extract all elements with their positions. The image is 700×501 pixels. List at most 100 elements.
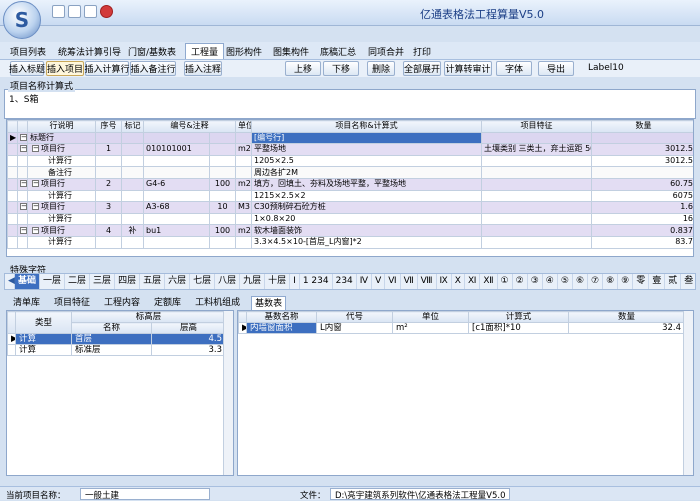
row-name[interactable]: 软木墙面装饰	[251, 224, 482, 237]
toolbar-button[interactable]: 导出	[538, 61, 574, 76]
row-indicator[interactable]	[7, 166, 18, 179]
special-char-button[interactable]: 零	[633, 274, 650, 289]
floor-name[interactable]: 标准层	[71, 344, 152, 356]
row-name[interactable]: 1205×2.5	[251, 154, 482, 168]
expand-toggle-icon[interactable]: −	[32, 145, 39, 153]
expand-toggle-icon[interactable]: −	[20, 226, 27, 234]
grid-row[interactable]: 计算行 1×0.8×20 16	[7, 212, 693, 226]
special-char-button[interactable]: 六层	[165, 274, 191, 289]
bottom-tab[interactable]: 定额库	[151, 296, 184, 310]
menu-item[interactable]: 统筹法计算引导	[58, 45, 121, 58]
row-indicator[interactable]	[7, 189, 18, 203]
row-indicator[interactable]: ▶	[7, 131, 18, 145]
expand-toggle-icon[interactable]: −	[32, 203, 39, 211]
special-char-button[interactable]: 贰	[665, 274, 682, 289]
toolbar-button[interactable]: 插入备注行	[130, 61, 176, 76]
row-feature[interactable]	[481, 166, 592, 179]
arrow-left-icon[interactable]: ◀	[5, 274, 15, 289]
app-logo-icon[interactable]: S	[3, 1, 41, 39]
row-code[interactable]: A3-68	[143, 201, 210, 214]
toolbar-button[interactable]: 下移	[323, 61, 359, 76]
grid-row[interactable]: 计算行 3.3×4.5×10-[首层_L内窗]*2 83.7	[7, 235, 693, 249]
vertical-scrollbar[interactable]	[223, 311, 233, 475]
special-char-button[interactable]: 二层	[65, 274, 91, 289]
special-char-button[interactable]: 基础	[15, 274, 41, 289]
row-expander[interactable]	[17, 189, 28, 203]
row-indicator[interactable]: ▶	[7, 333, 16, 345]
special-char-button[interactable]: 叁	[681, 274, 695, 289]
special-char-button[interactable]: ⑤	[558, 274, 573, 289]
bottom-tab[interactable]: 工程内容	[101, 296, 143, 310]
floor-height[interactable]: 3.3	[150, 344, 227, 356]
expand-toggle-icon[interactable]: −	[20, 180, 27, 188]
expand-toggle-icon[interactable]: −	[32, 226, 39, 234]
row-expander[interactable]	[17, 235, 28, 249]
toolbar-button[interactable]: 插入项目	[46, 61, 84, 76]
base-name[interactable]: 内墙窗面积	[246, 322, 317, 334]
base-row[interactable]: ▶内墙窗面积L内窗m²[c1面积]*1032.4	[238, 322, 685, 334]
quantity-grid[interactable]: 行说明序号标记编号&注释单位项目名称&计算式项目特征数量 ▶−标题行[编号行]−…	[6, 119, 694, 257]
row-feature[interactable]	[481, 154, 592, 168]
row-code[interactable]: 010101001	[143, 143, 210, 156]
special-char-button[interactable]: Ⅹ	[452, 274, 465, 289]
toolbar-button[interactable]: 插入标题	[9, 61, 45, 76]
row-expander[interactable]: −	[17, 131, 28, 145]
special-char-button[interactable]: ⑨	[618, 274, 634, 289]
menu-item[interactable]: 同项合并	[368, 45, 404, 58]
menu-item[interactable]: 打印	[413, 45, 431, 58]
row-code[interactable]	[143, 166, 210, 179]
open-folder-icon[interactable]	[68, 5, 81, 18]
save-icon[interactable]	[84, 5, 97, 18]
row-indicator[interactable]	[7, 177, 18, 191]
row-indicator[interactable]: ▶	[238, 322, 247, 334]
bottom-tab[interactable]: 工料机组成	[192, 296, 243, 310]
special-char-button[interactable]: 八层	[215, 274, 241, 289]
special-char-button[interactable]: ③	[528, 274, 543, 289]
special-char-button[interactable]: 234	[333, 274, 357, 289]
new-file-icon[interactable]	[52, 5, 65, 18]
row-feature[interactable]	[481, 189, 592, 203]
row-feature[interactable]	[481, 235, 592, 249]
row-name[interactable]: 填方，回填土、夯料及场地平整，平整场地	[251, 177, 482, 191]
special-char-button[interactable]: Ⅰ	[290, 274, 300, 289]
formula-input[interactable]: 1、S箱	[4, 89, 696, 119]
grid-row[interactable]: 备注行 周边各扩2M	[7, 166, 693, 179]
special-char-button[interactable]: 七层	[190, 274, 216, 289]
special-char-button[interactable]: Ⅵ	[385, 274, 401, 289]
row-expander[interactable]: −	[17, 143, 28, 156]
row-name[interactable]: 平整场地	[251, 143, 482, 156]
grid-row[interactable]: 计算行 1215×2.5×2 6075	[7, 189, 693, 203]
toolbar-button[interactable]: 上移	[285, 61, 321, 76]
special-char-button[interactable]: 十层	[265, 274, 291, 289]
row-feature[interactable]	[481, 201, 592, 214]
base-formula[interactable]: [c1面积]*10	[468, 322, 569, 334]
expand-toggle-icon[interactable]: −	[20, 145, 27, 153]
special-char-button[interactable]: 一层	[40, 274, 66, 289]
base-unit[interactable]: m²	[392, 322, 469, 334]
special-char-button[interactable]: ⑦	[588, 274, 604, 289]
menu-item[interactable]: 工程量	[185, 43, 225, 59]
toolbar-button[interactable]: 字体	[496, 61, 532, 76]
special-char-button[interactable]: 1 234	[300, 274, 333, 289]
menu-item[interactable]: 项目列表	[10, 45, 46, 58]
row-expander[interactable]: −	[17, 177, 28, 191]
bottom-tab[interactable]: 基数表	[251, 296, 287, 310]
row-code[interactable]	[143, 131, 210, 145]
row-feature[interactable]: 土壤类别 三类土，弃土运距 500M	[481, 143, 592, 156]
expand-toggle-icon[interactable]: −	[32, 180, 39, 188]
row-code[interactable]	[143, 189, 210, 203]
grid-row[interactable]: 计算行 1205×2.5 3012.5	[7, 154, 693, 168]
special-char-button[interactable]: Ⅶ	[401, 274, 418, 289]
row-code[interactable]: bu1	[143, 224, 210, 237]
grid-row[interactable]: − − 项目行 3 A3-68 10 M3 C30预制碎石砼方桩 1.6	[7, 201, 693, 214]
row-code[interactable]	[143, 235, 210, 249]
row-feature[interactable]	[481, 131, 592, 145]
floor-row[interactable]: 计算 标准层 3.3	[7, 344, 227, 356]
special-char-button[interactable]: ②	[513, 274, 528, 289]
special-char-button[interactable]: ⑧	[603, 274, 619, 289]
row-indicator[interactable]	[7, 224, 18, 237]
row-name[interactable]: 3.3×4.5×10-[首层_L内窗]*2	[251, 235, 482, 249]
row-name[interactable]: 周边各扩2M	[251, 166, 482, 179]
row-feature[interactable]	[481, 212, 592, 226]
menu-item[interactable]: 底稿汇总	[320, 45, 356, 58]
